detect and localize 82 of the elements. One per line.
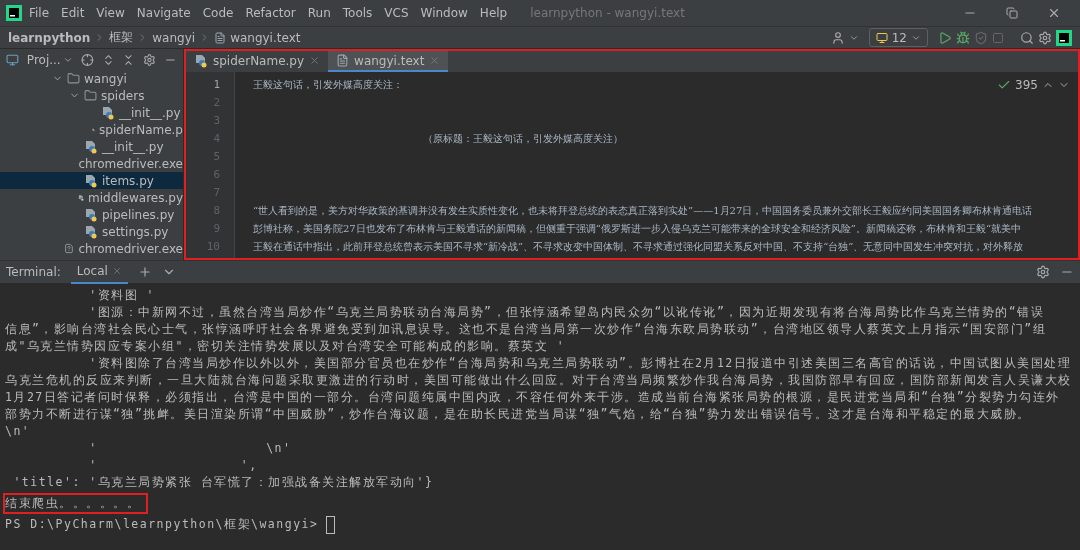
terminal-output-line: 信息”，影响台湾社会民心士气，张惇涵呼吁社会各界避免受到加讯息误导。这也不是台湾当局第一次炒作“台海东欧局势联动”，台湾地区领导人蔡英文上月指示“国安部门”组 bbox=[4, 321, 1048, 338]
tree-item[interactable]: __init__.py bbox=[0, 104, 183, 121]
python-file-icon bbox=[84, 139, 98, 154]
menu-item[interactable]: Refactor bbox=[240, 4, 301, 22]
breadcrumb-item[interactable]: wangyi bbox=[152, 30, 196, 45]
terminal-tab[interactable]: Local bbox=[70, 260, 128, 284]
window-title: learnpython - wangyi.text bbox=[530, 6, 686, 20]
terminal-output-line: ' ', bbox=[88, 457, 259, 474]
text-cursor bbox=[326, 516, 336, 534]
app-logo-icon[interactable] bbox=[1056, 29, 1072, 46]
python-file-icon bbox=[84, 224, 98, 239]
restore-icon[interactable] bbox=[1006, 7, 1018, 19]
menu-item[interactable]: File bbox=[24, 4, 55, 22]
breadcrumb-item[interactable]: learnpython bbox=[8, 30, 91, 45]
tree-item[interactable]: pipelines.py bbox=[0, 206, 183, 223]
settings-icon[interactable] bbox=[1036, 265, 1050, 279]
menu-item[interactable]: Navigate bbox=[131, 4, 196, 22]
terminal-prompt: PS D:\PyCharm\learnpython\框架\wangyi> bbox=[4, 516, 320, 533]
terminal-output-line: 部势力不断进行谋“独”挑衅。美日渲染所谓“中国威胁”，炒作台海议题，是在助长民进党当局谋“独”气焰，给“台独”势力发出错误信号。这才是台海和平稳定的最大威胁。 bbox=[4, 406, 1032, 423]
folder-icon bbox=[84, 89, 97, 102]
code-line: 王毅在通话中指出，此前拜登总统曾表示美国不寻求“新冷战”、不寻求改变中国体制、不寻求通过强化同盟关系反对中国、不支持“台独”、无意同中国发生冲突对抗，对外释放 bbox=[253, 240, 1024, 254]
user-icon[interactable] bbox=[830, 30, 845, 45]
terminal-output-line: '资料图 ' bbox=[88, 287, 156, 304]
line-number: 1 bbox=[212, 77, 221, 93]
tree-item[interactable]: middlewares.py bbox=[0, 189, 183, 206]
menu-item[interactable]: Code bbox=[197, 4, 239, 22]
code-line: “世人看到的是，美方对华政策的基调并没有发生实质性变化，也未将拜登总统的表态真正落到实处”——1月27日，中国国务委员兼外交部长王毅应约同美国国务卿布林肯通电话 bbox=[253, 204, 1033, 218]
folder-icon bbox=[67, 72, 80, 85]
close-icon[interactable] bbox=[1047, 6, 1061, 20]
text-file-icon bbox=[336, 54, 350, 67]
terminal-output-line: 成"乌克兰情势因应专案小组"，密切关注情势发展以及对台湾安全可能构成的影响。蔡英文 ' bbox=[4, 338, 567, 355]
python-file-icon bbox=[101, 105, 115, 120]
menu-item[interactable]: Edit bbox=[56, 4, 90, 22]
menu-item[interactable]: Help bbox=[474, 4, 513, 22]
terminal-output-line: 乌克兰危机的反应来判断，一旦大陆就台海问题采取更激进的行动时，美国可能做出什么回应。对于台湾当局频繁炒作我台海局势，我国防部早有回应，国防部新闻发言人吴谦大校 bbox=[4, 372, 1073, 389]
code-line: 彭博社称，美国务院27日也发布了布林肯与王毅通话的新闻稿，但侧重于强调“俄罗斯进一步入侵乌克兰可能带来的全球安全和经济风险”。新闻稿还称，布林肯和王毅“就美中 bbox=[253, 222, 1022, 236]
app-logo-icon[interactable] bbox=[6, 5, 22, 21]
tree-item[interactable]: chromedriver.exe bbox=[0, 240, 183, 257]
tree-item[interactable]: chromedriver.exe bbox=[0, 155, 183, 172]
locate-icon[interactable] bbox=[80, 52, 94, 67]
terminal-output-line: 1月27日答记者问时保释，必须指出，台湾是中国的一部分。台湾问题纯属中国内政，不容任何外来干涉。造成当前台海紧张局势的根源，是民进党当局和“台独”分裂势力勾连外 bbox=[4, 389, 1061, 406]
python-file-icon bbox=[194, 53, 208, 68]
tree-item[interactable]: settings.py bbox=[0, 223, 183, 240]
close-icon[interactable] bbox=[111, 266, 122, 276]
run-icon[interactable] bbox=[938, 30, 952, 45]
tree-item[interactable]: wangyi bbox=[0, 70, 183, 87]
terminal-label: Terminal: bbox=[6, 265, 61, 279]
tree-item[interactable]: spiders bbox=[0, 87, 183, 104]
unknown-file-icon bbox=[64, 242, 75, 255]
terminal-output-line: \n' bbox=[4, 423, 32, 440]
search-icon[interactable] bbox=[1020, 30, 1034, 45]
menu-item[interactable]: Window bbox=[415, 4, 473, 22]
terminal-output-line: '图源：中新网不过，虽然台湾当局炒作“乌克兰局势联动台海局势”，但张惇涵希望岛内民众勿“以讹传讹”，因为近期发现有将台海局势比作乌克兰情势的“错误 bbox=[88, 304, 1046, 321]
breadcrumb-item[interactable]: 框架 bbox=[109, 29, 134, 46]
tree-item[interactable]: __init__.py bbox=[0, 138, 183, 155]
code-line: 王毅这句话，引发外媒高度关注： bbox=[253, 78, 403, 92]
editor-tab[interactable]: wangyi.text bbox=[328, 51, 449, 72]
breadcrumb-item[interactable]: wangyi.text bbox=[230, 30, 301, 45]
menu-item[interactable]: View bbox=[91, 4, 130, 22]
project-view-icon bbox=[6, 52, 19, 67]
check-icon bbox=[997, 78, 1012, 92]
terminal-output-line: ' \n' bbox=[88, 440, 293, 457]
editor-tab[interactable]: spiderName.py bbox=[186, 51, 329, 72]
settings-icon[interactable] bbox=[1038, 30, 1052, 45]
menu-item[interactable]: VCS bbox=[379, 4, 414, 22]
tree-item[interactable]: items.py bbox=[0, 172, 183, 189]
debug-icon[interactable] bbox=[956, 30, 970, 45]
settings-icon[interactable] bbox=[143, 52, 157, 67]
add-icon[interactable] bbox=[137, 265, 152, 279]
terminal-output-line: 'title': '乌克兰局势紧张 台军慌了：加强战备关注解放军动向'} bbox=[12, 474, 435, 491]
code-line: （原标题：王毅这句话，引发外媒高度关注） bbox=[422, 132, 623, 146]
text-file-icon bbox=[214, 31, 227, 44]
menu-item[interactable]: Run bbox=[302, 4, 336, 22]
tree-item[interactable]: spiderName.p bbox=[0, 121, 183, 138]
python-file-icon bbox=[84, 173, 98, 188]
python-file-icon bbox=[84, 207, 98, 222]
menu-item[interactable]: Tools bbox=[337, 4, 378, 22]
terminal-output-line: '资料图除了台湾当局炒作以外以外，美国部分官员也在炒作“台海局势和乌克兰局势联动”。彭博社在2月12日报道中引述美国三名高官的话说，中国试图从美国处理 bbox=[88, 355, 1073, 372]
project-view-dropdown[interactable]: Proj... bbox=[26, 52, 73, 67]
inspection-widget[interactable]: 395 bbox=[997, 78, 1070, 92]
run-configuration-dropdown[interactable]: 12 bbox=[868, 28, 928, 47]
close-icon[interactable] bbox=[309, 55, 321, 66]
